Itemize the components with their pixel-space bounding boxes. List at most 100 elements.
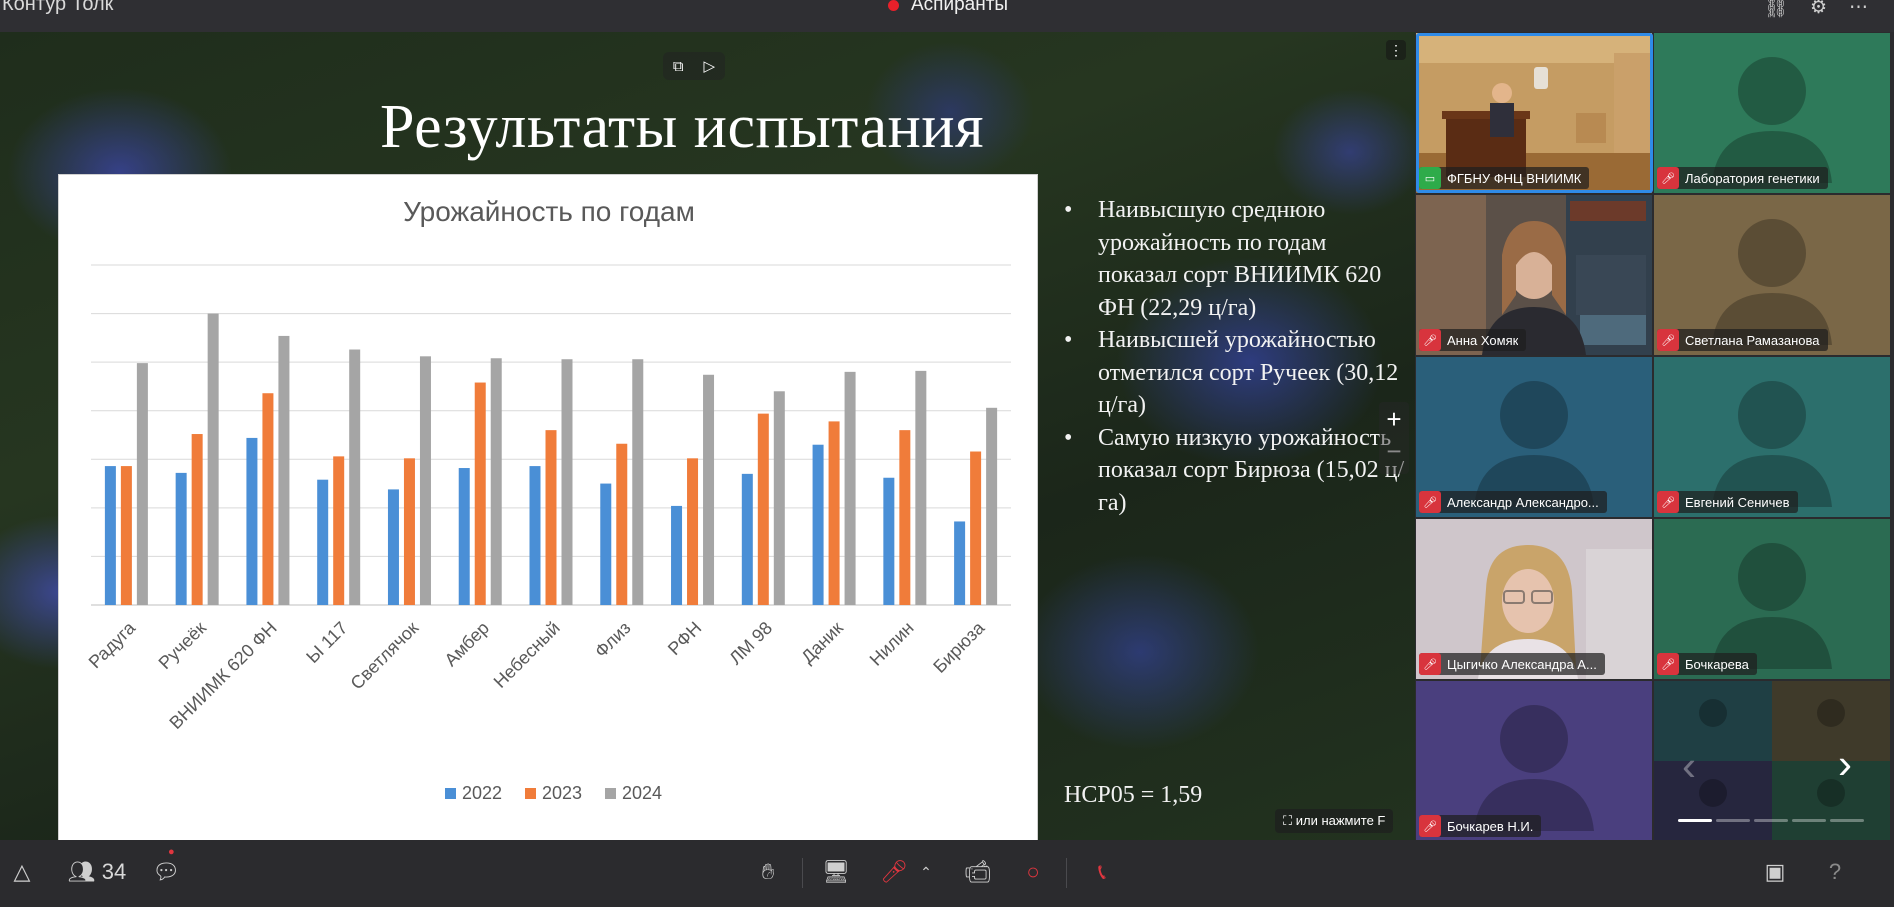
bar — [490, 358, 502, 605]
participant-name: Цыгичко Александра А... — [1447, 656, 1597, 672]
mic-off-icon: 🎤︎ — [1419, 815, 1441, 837]
next-page-icon[interactable]: › — [1838, 740, 1852, 788]
hang-up-icon[interactable]: 📞︎ — [1082, 854, 1122, 890]
bar — [600, 483, 612, 605]
bar — [883, 477, 895, 605]
participant-label: 🎤︎ Бочкарева — [1657, 653, 1757, 675]
zoom-control: + − — [1379, 402, 1409, 474]
page-dot[interactable] — [1678, 819, 1712, 822]
page-dot[interactable] — [1830, 819, 1864, 822]
bar — [545, 430, 557, 605]
participants-count: 34 — [101, 859, 127, 884]
present-icon[interactable]: ▷ — [704, 57, 716, 75]
participant-label: 🎤︎ Бочкарев Н.И. — [1419, 815, 1542, 837]
page-dot[interactable] — [1792, 819, 1826, 822]
bar — [970, 451, 982, 605]
bar — [175, 472, 187, 605]
mic-off-icon[interactable]: 🎤︎ — [876, 854, 912, 890]
bottom-toolbar: △ 👥︎ 34 💬︎ ● ✋︎ 🖥︎ 🎤︎ ⌃ 📹︎ ○ 📞︎ ▣ ? — [0, 840, 1894, 907]
chat-icon[interactable]: 💬︎ — [150, 854, 182, 890]
participant-name: Светлана Рамазанова — [1685, 332, 1820, 348]
bar — [954, 521, 966, 605]
recording-dot-icon — [888, 0, 899, 11]
participant-name: Бочкарева — [1685, 656, 1749, 672]
stage-menu-icon[interactable]: ⋮ — [1386, 40, 1406, 60]
mic-off-icon: 🎤︎ — [1657, 329, 1679, 351]
participant-tile[interactable]: 🎤︎ Евгений Сеничев — [1654, 357, 1890, 517]
avatar-silhouette-icon — [1474, 381, 1594, 507]
participant-label: 🎤︎ Лаборатория генетики — [1657, 167, 1828, 189]
bar — [632, 359, 644, 605]
x-tick-label: Нилин — [866, 618, 918, 670]
meeting-title-area: Аспиранты — [888, 0, 1008, 16]
mic-off-icon: 🎤︎ — [1657, 653, 1679, 675]
mic-off-icon: 🎤︎ — [1419, 329, 1441, 351]
participant-tile[interactable]: 🎤︎ Бочкарева — [1654, 519, 1890, 679]
avatar-silhouette-icon — [1712, 57, 1832, 183]
slide-bullets: Наивысшую среднюю урожайность по годам п… — [1062, 194, 1407, 519]
x-tick-label: Ы 117 — [302, 618, 351, 667]
participant-tile[interactable]: 🎤︎ Бочкарев Н.И. — [1416, 681, 1652, 841]
participant-label: 🎤︎ Анна Хомяк — [1419, 329, 1527, 351]
slide-title: Результаты испытания — [380, 93, 985, 161]
record-icon[interactable]: ○ — [1016, 854, 1050, 890]
meeting-title: Аспиранты — [911, 0, 1009, 15]
zoom-in-icon[interactable]: + — [1379, 402, 1409, 436]
legend-label: 2023 — [542, 783, 582, 803]
bar — [191, 434, 203, 605]
bar — [741, 473, 753, 605]
page-dot[interactable] — [1754, 819, 1788, 822]
participant-tile[interactable]: 🎤︎ Александр Александро... — [1416, 357, 1652, 517]
more-icon[interactable]: ⋯ — [1849, 0, 1868, 20]
share-toolbar: ⧉ ▷ — [663, 52, 725, 80]
bar — [844, 371, 856, 605]
bar — [246, 437, 258, 605]
chat-badge-icon: ● — [168, 846, 175, 858]
pip-icon[interactable]: ⧉ — [673, 58, 684, 75]
settings-icon[interactable]: ⚙ — [1810, 0, 1827, 20]
chart: Урожайность по годам Радуга Ручеёк ВНИИМК … — [58, 174, 1038, 840]
link-icon[interactable]: ⛓ — [1764, 0, 1788, 20]
participant-name: Анна Хомяк — [1447, 332, 1519, 348]
bar — [828, 421, 840, 605]
prev-page-icon[interactable]: ‹ — [1682, 742, 1696, 790]
participant-tile[interactable]: 🎤︎ Лаборатория генетики — [1654, 33, 1890, 193]
mic-options-icon[interactable]: ⌃ — [916, 854, 936, 890]
zoom-out-icon[interactable]: − — [1379, 436, 1409, 470]
top-actions: ⛓ ⚙ ⋯ — [1764, 0, 1868, 20]
top-bar: Контур Толк Аспиранты ⛓ ⚙ ⋯ — [0, 0, 1894, 32]
fullscreen-hint[interactable]: ⛶ или нажмите F — [1275, 809, 1394, 833]
participant-name: Евгений Сеничев — [1685, 494, 1790, 510]
bar — [773, 391, 785, 605]
participant-label: 🎤︎ Евгений Сеничев — [1657, 491, 1798, 513]
participant-tile[interactable]: 🎤︎ Цыгичко Александра А... — [1416, 519, 1652, 679]
x-tick-label: Амбер — [441, 618, 494, 671]
bar — [419, 356, 431, 605]
camera-icon[interactable]: 📹︎ — [958, 854, 998, 890]
legend-swatch — [525, 788, 536, 799]
share-screen-icon[interactable]: 🖥︎ — [818, 854, 854, 890]
divider — [802, 858, 803, 888]
bar — [671, 505, 683, 605]
x-tick-label: Светлячок — [347, 618, 423, 694]
page-dot[interactable] — [1716, 819, 1750, 822]
participant-tile[interactable]: 🎤︎ Анна Хомяк — [1416, 195, 1652, 355]
bar — [812, 444, 824, 605]
apps-icon[interactable]: △ — [8, 854, 36, 890]
participant-name: Бочкарев Н.И. — [1447, 818, 1534, 834]
avatar-silhouette-icon — [1712, 381, 1832, 507]
participant-tile[interactable]: 🎤︎ Светлана Рамазанова — [1654, 195, 1890, 355]
participant-name: Александр Александро... — [1447, 494, 1599, 510]
participant-label: 🎤︎ Цыгичко Александра А... — [1419, 653, 1605, 675]
participants-button[interactable]: 👥︎ 34 — [62, 854, 132, 890]
bar — [136, 363, 148, 605]
layout-icon[interactable]: ▣ — [1758, 854, 1792, 890]
bar — [703, 374, 715, 605]
x-tick-label: Радуга — [85, 617, 140, 672]
participant-label: 🎤︎ Александр Александро... — [1419, 491, 1607, 513]
bar — [262, 393, 274, 605]
help-button[interactable]: ? — [1820, 854, 1850, 890]
raise-hand-icon[interactable]: ✋︎ — [750, 854, 786, 890]
people-icon: 👥︎ — [67, 859, 96, 884]
participant-name: Лаборатория генетики — [1685, 170, 1820, 186]
